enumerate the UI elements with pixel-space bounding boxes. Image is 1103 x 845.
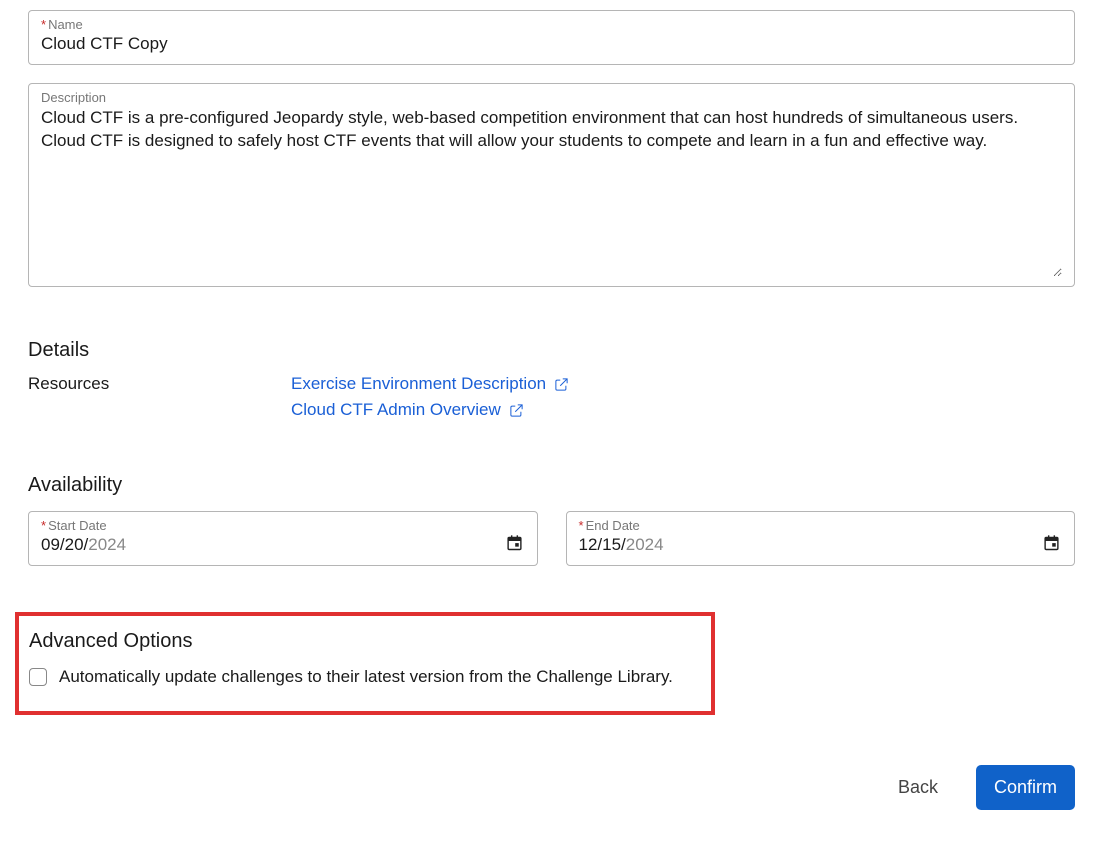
- description-field-container: Description: [28, 83, 1075, 287]
- advanced-options-highlight: Advanced Options Automatically update ch…: [15, 612, 715, 715]
- auto-update-checkbox[interactable]: [29, 668, 47, 686]
- auto-update-row: Automatically update challenges to their…: [29, 667, 701, 687]
- resource-link-label: Cloud CTF Admin Overview: [291, 400, 501, 420]
- resource-link-exercise-env[interactable]: Exercise Environment Description: [291, 374, 569, 394]
- resources-label: Resources: [28, 374, 291, 394]
- end-date-value: 12/15/2024: [579, 535, 664, 554]
- start-date-label-text: Start Date: [48, 518, 107, 533]
- resource-link-admin-overview[interactable]: Cloud CTF Admin Overview: [291, 400, 569, 420]
- external-link-icon: [509, 403, 524, 418]
- name-input[interactable]: [41, 34, 1062, 54]
- details-heading: Details: [28, 339, 1075, 362]
- name-label-text: Name: [48, 17, 83, 32]
- end-date-label-text: End Date: [586, 518, 640, 533]
- confirm-button[interactable]: Confirm: [976, 765, 1075, 810]
- name-field-container: *Name: [28, 10, 1075, 65]
- name-label: *Name: [41, 17, 1062, 32]
- calendar-icon[interactable]: [506, 533, 523, 550]
- start-date-label: *Start Date: [41, 518, 525, 533]
- end-date-label: *End Date: [579, 518, 1063, 533]
- resources-row: Resources Exercise Environment Descripti…: [28, 374, 1075, 420]
- required-indicator: *: [579, 518, 584, 533]
- advanced-options-heading: Advanced Options: [29, 630, 701, 653]
- external-link-icon: [554, 377, 569, 392]
- actions-row: Back Confirm: [28, 765, 1075, 810]
- end-date-field[interactable]: *End Date 12/15/2024: [566, 511, 1076, 566]
- description-textarea[interactable]: [41, 107, 1062, 277]
- start-date-field[interactable]: *Start Date 09/20/2024: [28, 511, 538, 566]
- availability-row: *Start Date 09/20/2024 *End Date 12/15/2…: [28, 511, 1075, 566]
- description-label: Description: [41, 90, 1062, 105]
- resources-links: Exercise Environment Description Cloud C…: [291, 374, 569, 420]
- required-indicator: *: [41, 518, 46, 533]
- back-button[interactable]: Back: [892, 767, 944, 808]
- availability-heading: Availability: [28, 474, 1075, 497]
- calendar-icon[interactable]: [1043, 533, 1060, 550]
- resource-link-label: Exercise Environment Description: [291, 374, 546, 394]
- required-indicator: *: [41, 17, 46, 32]
- auto-update-label: Automatically update challenges to their…: [59, 667, 673, 687]
- start-date-value: 09/20/2024: [41, 535, 126, 554]
